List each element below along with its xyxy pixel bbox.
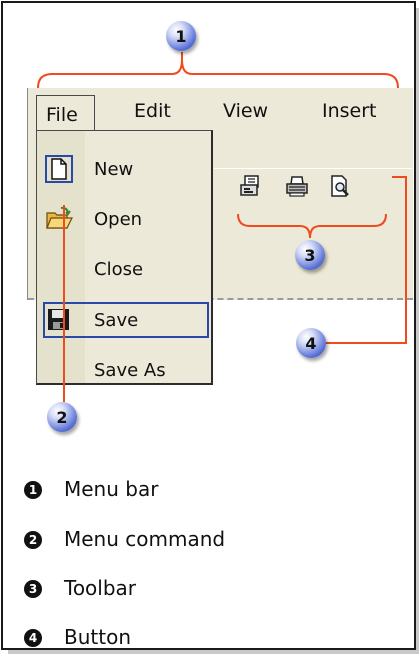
file-dropdown-menu: New Open Close Save Save As: [36, 130, 213, 385]
floppy-disk-icon: [45, 306, 73, 334]
legend-text: Toolbar: [64, 576, 137, 600]
search-document-icon[interactable]: [327, 173, 353, 199]
callout-2: 2: [47, 402, 77, 432]
printer-icon[interactable]: [284, 173, 310, 199]
menu-item-new-label: New: [94, 159, 134, 180]
legend-number-badge: 3: [24, 580, 42, 598]
print-preview-form-icon[interactable]: [238, 173, 264, 199]
legend-number-badge: 2: [24, 531, 42, 549]
menu-item-save-as[interactable]: Save As: [37, 352, 211, 388]
legend-text: Menu bar: [64, 477, 159, 501]
menu-insert[interactable]: Insert: [322, 100, 377, 122]
menu-file[interactable]: File: [36, 95, 95, 132]
new-document-icon: [45, 155, 73, 183]
callout-1: 1: [166, 21, 196, 51]
menu-edit[interactable]: Edit: [134, 100, 171, 122]
open-folder-icon: [45, 205, 73, 233]
menu-item-save[interactable]: Save: [43, 302, 209, 338]
menu-item-open-label: Open: [94, 209, 143, 230]
toolbar-separator: [214, 168, 412, 169]
menu-item-new[interactable]: New: [37, 151, 211, 187]
legend-number-badge: 1: [24, 481, 42, 499]
menu-item-save-label: Save: [94, 310, 139, 331]
menu-item-close-label: Close: [94, 259, 144, 280]
callout-4: 4: [296, 328, 326, 358]
menu-file-label: File: [46, 104, 78, 126]
callout-3: 3: [295, 240, 325, 270]
menu-view[interactable]: View: [223, 100, 268, 122]
legend-text: Button: [64, 625, 131, 649]
legend-number-badge: 4: [24, 629, 42, 647]
menu-item-open[interactable]: Open: [37, 201, 211, 237]
menu-item-close[interactable]: Close: [37, 251, 211, 287]
menu-item-save-as-label: Save As: [94, 360, 166, 381]
legend-text: Menu command: [64, 527, 226, 551]
